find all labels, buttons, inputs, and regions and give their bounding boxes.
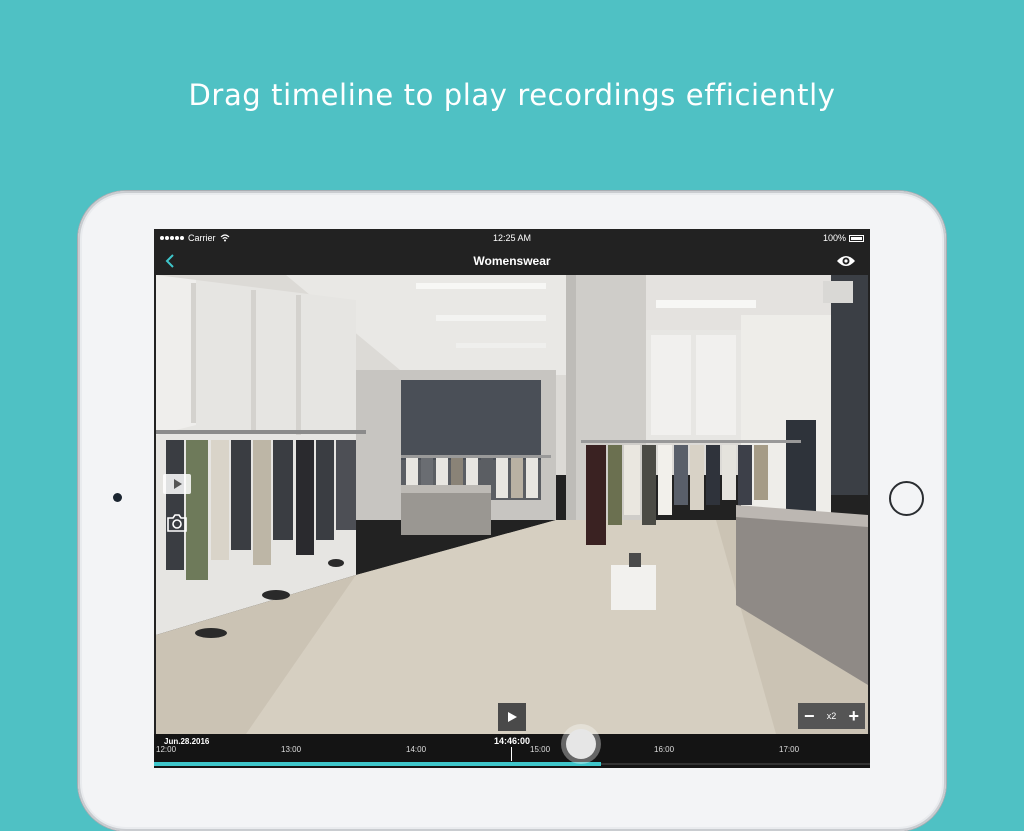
page-title: Womenswear <box>473 254 551 268</box>
zoom-out-button[interactable]: − <box>804 707 815 725</box>
timeline-current-marker <box>511 747 512 761</box>
timeline[interactable]: Jun.28.2016 14:46:00 12:00 13:00 14:00 1… <box>154 724 870 768</box>
app-screen: Carrier 12:25 AM 100% Womenswear − x2 + … <box>154 229 870 768</box>
eye-icon[interactable] <box>836 253 856 269</box>
play-icon <box>508 712 517 722</box>
playback-button[interactable] <box>163 474 191 494</box>
camera-feed[interactable] <box>156 275 868 734</box>
zoom-level: x2 <box>826 711 837 721</box>
play-icon <box>174 479 182 489</box>
home-button[interactable] <box>889 481 924 516</box>
status-bar: Carrier 12:25 AM 100% <box>154 229 870 247</box>
front-camera <box>113 493 122 502</box>
timeline-scrubber-handle[interactable] <box>561 724 601 764</box>
timeline-tick: 12:00 <box>156 745 177 754</box>
timeline-tick: 14:00 <box>406 745 427 754</box>
headline: Drag timeline to play recordings efficie… <box>188 78 836 112</box>
zoom-in-button[interactable]: + <box>848 707 859 725</box>
timeline-progress <box>154 762 601 766</box>
battery-icon <box>849 234 864 242</box>
store-scene <box>156 275 868 734</box>
camera-icon <box>167 514 187 532</box>
timeline-tick: 15:00 <box>530 745 551 754</box>
battery-percent: 100% <box>822 233 846 243</box>
play-button[interactable] <box>498 703 526 731</box>
nav-bar: Womenswear <box>154 247 870 275</box>
snapshot-button[interactable] <box>163 513 191 533</box>
status-time: 12:25 AM <box>492 233 532 243</box>
timeline-tick: 13:00 <box>281 745 302 754</box>
zoom-control: − x2 + <box>798 703 865 729</box>
timeline-current-time: 14:46:00 <box>494 736 531 746</box>
timeline-scrubber-knob <box>566 729 596 759</box>
timeline-tick: 17:00 <box>779 745 800 754</box>
timeline-tick: 16:00 <box>654 745 675 754</box>
